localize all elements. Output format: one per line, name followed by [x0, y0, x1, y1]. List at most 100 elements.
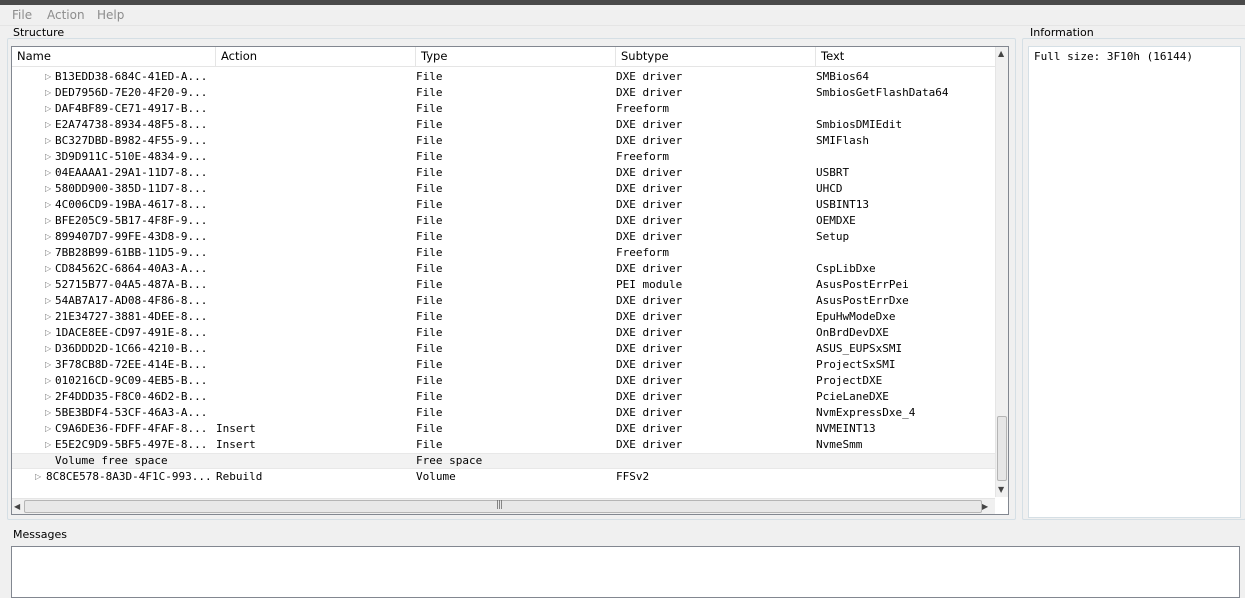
expand-arrow-icon[interactable]: ▷	[45, 277, 51, 293]
cell-text: USBINT13	[816, 198, 869, 211]
cell-type: File	[416, 438, 443, 451]
table-row[interactable]: ▷ 3F78CB8D-72EE-414E-B... File DXE driver Pr…	[12, 357, 995, 373]
cell-text: PcieLaneDXE	[816, 390, 889, 403]
table-row[interactable]: ▷ 04EAAAA1-29A1-11D7-8... File DXE driver US…	[12, 165, 995, 181]
table-row[interactable]: ▷ 899407D7-99FE-43D8-9... File DXE driver Se…	[12, 229, 995, 245]
cell-type: File	[416, 246, 443, 259]
scroll-down-icon[interactable]: ▼	[998, 485, 1004, 494]
table-row[interactable]: ▷ E2A74738-8934-48F5-8... File DXE driver Sm…	[12, 117, 995, 133]
scroll-left-icon[interactable]: ◀	[14, 502, 20, 511]
cell-text: Setup	[816, 230, 850, 243]
column-subtype[interactable]: Subtype	[616, 47, 816, 66]
expand-arrow-icon[interactable]: ▷	[45, 149, 51, 165]
expand-arrow-icon[interactable]: ▷	[45, 133, 51, 149]
table-row[interactable]: ▷ 580DD900-385D-11D7-8... File DXE driver UH…	[12, 181, 995, 197]
menu-action[interactable]: Action	[47, 8, 85, 22]
table-row[interactable]: ▷ BC327DBD-B982-4F55-9... File DXE driver SM…	[12, 133, 995, 149]
cell-subtype: DXE driver	[616, 358, 683, 371]
expand-arrow-icon[interactable]: ▷	[45, 373, 51, 389]
table-row[interactable]: ▷ 21E34727-3881-4DEE-8... File DXE driver Ep…	[12, 309, 995, 325]
menu-file[interactable]: File	[12, 8, 32, 22]
cell-type: File	[416, 374, 443, 387]
table-row[interactable]: ▷ 3D9D911C-510E-4834-9... File Freeform	[12, 149, 995, 165]
cell-type: File	[416, 86, 443, 99]
cell-text: USBRT	[816, 166, 850, 179]
cell-name: 52715B77-04A5-487A-B...	[55, 278, 208, 291]
expand-arrow-icon[interactable]: ▷	[45, 309, 51, 325]
table-row[interactable]: ▷ BFE205C9-5B17-4F8F-9... File DXE driver OE…	[12, 213, 995, 229]
table-row[interactable]: ▷ DAF4BF89-CE71-4917-B... File Freeform	[12, 101, 995, 117]
expand-arrow-icon[interactable]: ▷	[45, 293, 51, 309]
column-action[interactable]: Action	[216, 47, 416, 66]
menu-help[interactable]: Help	[97, 8, 124, 22]
table-row[interactable]: ▷ 2F4DDD35-F8C0-46D2-B... File DXE driver Pc…	[12, 389, 995, 405]
expand-arrow-icon[interactable]: ▷	[45, 405, 51, 421]
expand-arrow-icon[interactable]: ▷	[45, 245, 51, 261]
expand-arrow-icon[interactable]: ▷	[45, 341, 51, 357]
free-space-row[interactable]: Volume free space Free space	[12, 453, 995, 469]
scroll-up-icon[interactable]: ▲	[998, 49, 1004, 58]
structure-tree[interactable]: Name Action Type Subtype Text ▷ E5E2C9D9-…	[11, 46, 1009, 515]
table-row[interactable]: ▷ DED7956D-7E20-4F20-9... File DXE driver Sm…	[12, 85, 995, 101]
table-row[interactable]: ▷ C9A6DE36-FDFF-4FAF-8... Insert File DXE dr…	[12, 421, 995, 437]
expand-arrow-icon[interactable]: ▷	[45, 421, 51, 437]
expand-arrow-icon[interactable]: ▷	[45, 197, 51, 213]
table-row[interactable]: ▷ 7BB28B99-61BB-11D5-9... File Freeform	[12, 245, 995, 261]
horizontal-scrollbar[interactable]: ◀ ||| ▶	[12, 498, 995, 514]
cell-type: File	[416, 134, 443, 147]
horizontal-scroll-thumb[interactable]: |||	[24, 500, 982, 513]
table-row[interactable]: ▷ CD84562C-6864-40A3-A... File DXE driver Cs…	[12, 261, 995, 277]
cell-text: ASUS_EUPSxSMI	[816, 342, 903, 355]
cell-name: 7BB28B99-61BB-11D5-9...	[55, 246, 208, 259]
structure-label: Structure	[13, 26, 65, 39]
information-panel[interactable]: Full size: 3F10h (16144)	[1028, 46, 1241, 518]
expand-arrow-icon[interactable]: ▷	[35, 469, 41, 485]
table-row[interactable]: ▷ 52715B77-04A5-487A-B... File PEI module As…	[12, 277, 995, 293]
expand-arrow-icon[interactable]: ▷	[45, 437, 51, 453]
cell-text: NVMEINT13	[816, 422, 876, 435]
cell-name: 3D9D911C-510E-4834-9...	[55, 150, 208, 163]
table-row[interactable]: ▷ 4C006CD9-19BA-4617-8... File DXE driver US…	[12, 197, 995, 213]
cell-text: EpuHwModeDxe	[816, 310, 896, 323]
vertical-scroll-thumb[interactable]	[997, 416, 1007, 481]
column-text[interactable]: Text	[816, 47, 995, 66]
expand-arrow-icon[interactable]: ▷	[45, 181, 51, 197]
table-row[interactable]: ▷ 010216CD-9C09-4EB5-B... File DXE driver Pr…	[12, 373, 995, 389]
table-row[interactable]: ▷ D36DDD2D-1C66-4210-B... File DXE driver AS…	[12, 341, 995, 357]
expand-arrow-icon[interactable]: ▷	[45, 389, 51, 405]
cell-type: File	[416, 70, 443, 83]
scroll-right-icon[interactable]: ▶	[982, 502, 988, 511]
volume-row[interactable]: ▷ 8C8CE578-8A3D-4F1C-993... Rebuild Volu…	[12, 469, 995, 485]
expand-arrow-icon[interactable]: ▷	[45, 165, 51, 181]
cell-type: File	[416, 150, 443, 163]
expand-arrow-icon[interactable]: ▷	[45, 213, 51, 229]
cell-name: E5E2C9D9-5BF5-497E-8...	[55, 438, 208, 451]
expand-arrow-icon[interactable]: ▷	[45, 229, 51, 245]
cell-type: File	[416, 358, 443, 371]
cell-type: File	[416, 230, 443, 243]
cell-name: 2F4DDD35-F8C0-46D2-B...	[55, 390, 208, 403]
expand-arrow-icon[interactable]: ▷	[45, 117, 51, 133]
cell-text: OEMDXE	[816, 214, 856, 227]
table-row[interactable]: ▷ E5E2C9D9-5BF5-497E-8... Insert File DXE dr…	[12, 437, 995, 453]
table-row[interactable]: ▷ B13EDD38-684C-41ED-A... File DXE driver SM…	[12, 69, 995, 85]
expand-arrow-icon[interactable]: ▷	[45, 357, 51, 373]
table-row[interactable]: ▷ 5BE3BDF4-53CF-46A3-A... File DXE driver Nv…	[12, 405, 995, 421]
cell-type: File	[416, 310, 443, 323]
expand-arrow-icon[interactable]: ▷	[45, 69, 51, 85]
tree-header: Name Action Type Subtype Text	[12, 47, 995, 67]
information-text: Full size: 3F10h (16144)	[1034, 50, 1193, 63]
cell-text: AsusPostErrPei	[816, 278, 909, 291]
cell-subtype: DXE driver	[616, 342, 683, 355]
expand-arrow-icon[interactable]: ▷	[45, 85, 51, 101]
expand-arrow-icon[interactable]: ▷	[45, 261, 51, 277]
column-name[interactable]: Name	[12, 47, 216, 66]
table-row[interactable]: ▷ 1DACE8EE-CD97-491E-8... File DXE driver On…	[12, 325, 995, 341]
expand-arrow-icon[interactable]: ▷	[45, 325, 51, 341]
tree-rows: ▷ E5E2C9D9-5BF5-497E-8... Insert File DXE dr…	[12, 67, 995, 497]
messages-panel[interactable]	[11, 546, 1240, 598]
expand-arrow-icon[interactable]: ▷	[45, 101, 51, 117]
column-type[interactable]: Type	[416, 47, 616, 66]
vertical-scrollbar[interactable]: ▲ ▼	[995, 47, 1008, 497]
table-row[interactable]: ▷ 54AB7A17-AD08-4F86-8... File DXE driver As…	[12, 293, 995, 309]
